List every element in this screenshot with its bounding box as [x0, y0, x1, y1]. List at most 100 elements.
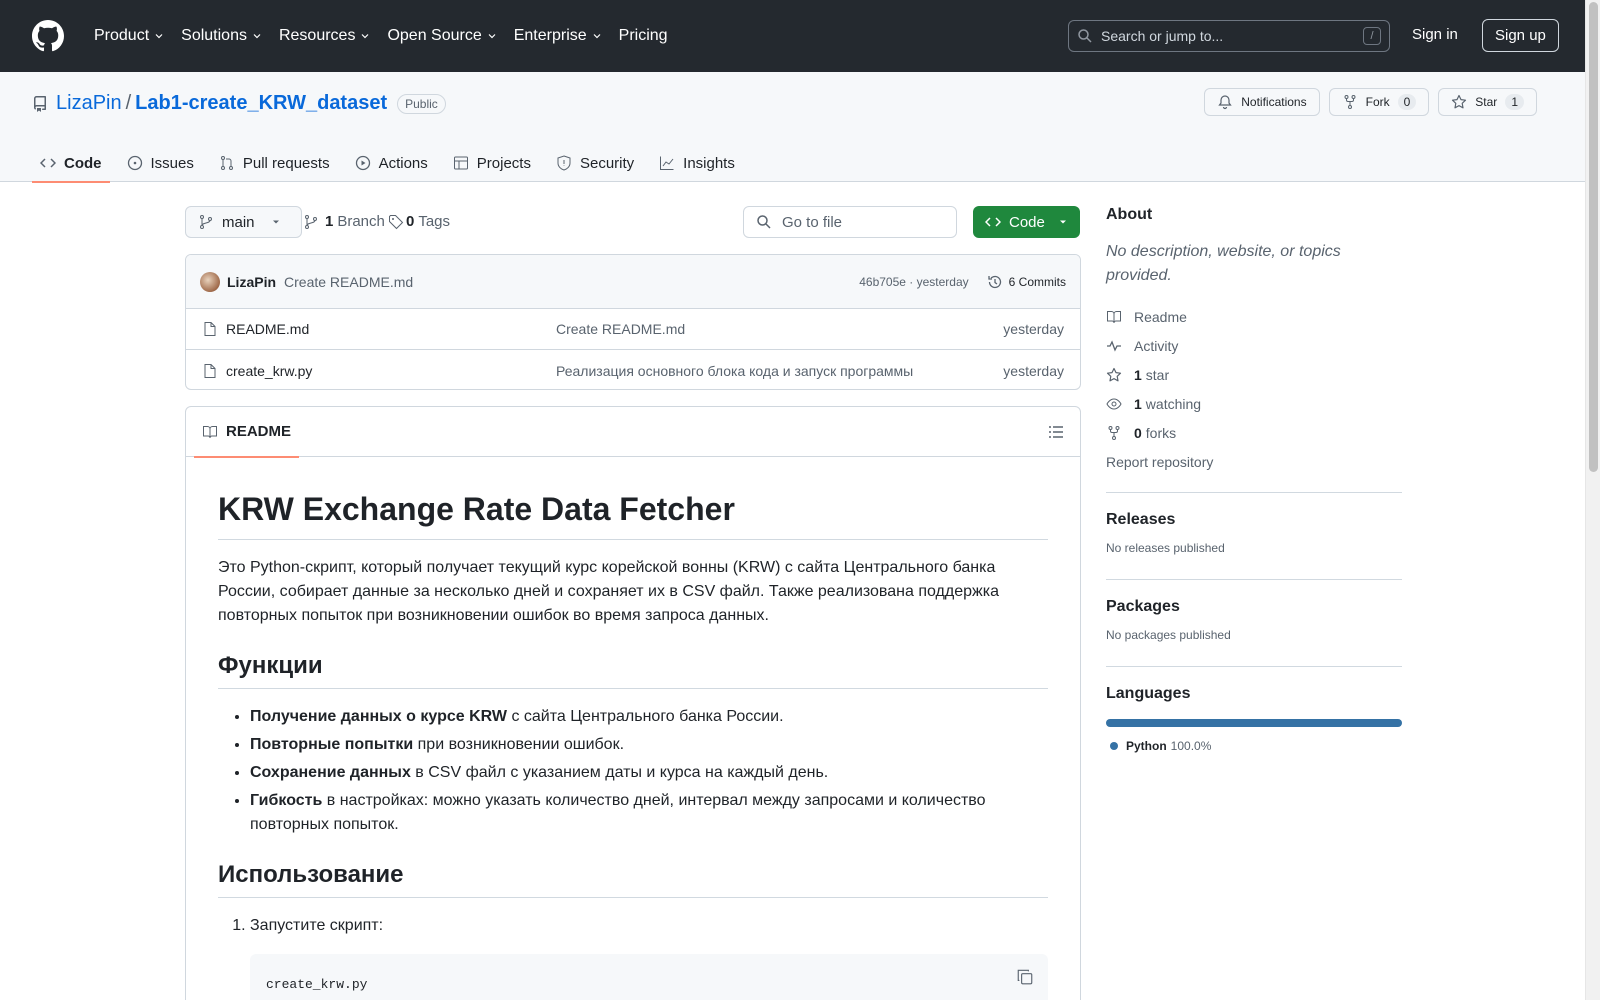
releases-title[interactable]: Releases: [1106, 511, 1402, 529]
readme-header: README: [186, 407, 1080, 458]
code-icon: [40, 158, 56, 168]
commit-hash-link[interactable]: 46b705e: [859, 275, 906, 289]
repo-icon: [34, 95, 46, 112]
tab-pull-requests[interactable]: Pull requests: [211, 144, 338, 182]
notifications-button[interactable]: Notifications: [1204, 88, 1320, 116]
readme-intro: Это Python-скрипт, который получает теку…: [218, 559, 999, 624]
code-icon: [985, 217, 1001, 227]
language-bar: [1106, 719, 1402, 727]
global-header: Product Solutions Resources Open Source …: [0, 0, 1585, 72]
list-item: Повторные попытки при возникновении ошиб…: [250, 733, 1048, 757]
packages-title[interactable]: Packages: [1106, 598, 1402, 616]
top-navigation: Product Solutions Resources Open Source …: [86, 20, 676, 52]
star-icon: [1452, 94, 1467, 109]
readme-tab[interactable]: README: [194, 407, 300, 458]
scrollbar-thumb[interactable]: [1589, 2, 1598, 472]
nav-resources[interactable]: Resources: [271, 20, 379, 52]
report-repository-link[interactable]: Report repository: [1106, 447, 1402, 476]
commit-time: yesterday: [916, 274, 969, 289]
tab-projects[interactable]: Projects: [445, 144, 539, 182]
fork-icon: [1344, 95, 1356, 109]
readme-title: KRW Exchange Rate Data Fetcher: [218, 489, 1048, 540]
page-scrollbar[interactable]: [1585, 0, 1600, 1000]
star-button[interactable]: Star 1: [1438, 88, 1537, 116]
search-shortcut-key: /: [1363, 27, 1381, 45]
readme-heading-functions: Функции: [218, 652, 1048, 689]
tags-link[interactable]: 0 Tags: [388, 213, 450, 230]
repo-path-separator: /: [125, 92, 132, 114]
language-percent: 100.0%: [1170, 739, 1212, 753]
global-search-input[interactable]: Search or jump to... /: [1068, 20, 1390, 52]
fork-count: 0: [1397, 94, 1417, 110]
nav-pricing[interactable]: Pricing: [611, 20, 676, 52]
tab-code[interactable]: Code: [32, 144, 110, 183]
tab-insights[interactable]: Insights: [651, 144, 743, 182]
sidebar-readme-link[interactable]: Readme: [1106, 302, 1402, 331]
branch-selector[interactable]: main: [185, 206, 302, 238]
language-color-dot: [1110, 742, 1118, 750]
commit-meta: 46b705e · yesterday 6 Commits: [859, 274, 1066, 290]
repo-owner-link[interactable]: LizaPin: [56, 92, 122, 115]
eye-icon: [1106, 397, 1122, 410]
file-commit-message[interactable]: Create README.md: [556, 321, 1003, 337]
file-row[interactable]: create_krw.py Реализация основного блока…: [186, 350, 1080, 389]
repo-name-link[interactable]: Lab1-create_KRW_dataset: [135, 92, 387, 115]
packages-section: Packages No packages published: [1106, 579, 1402, 650]
languages-title: Languages: [1106, 685, 1191, 702]
nav-product[interactable]: Product: [86, 20, 173, 52]
code-block: create_krw.py: [250, 954, 1048, 1000]
sidebar-forks-link[interactable]: 0 forks: [1106, 418, 1402, 447]
language-item[interactable]: Python 100.0%: [1106, 739, 1402, 753]
commit-author-link[interactable]: LizaPin: [227, 274, 276, 290]
commit-meta-separator: ·: [905, 274, 917, 289]
github-logo-icon[interactable]: [32, 20, 64, 52]
issue-icon: [127, 155, 142, 171]
file-commit-message[interactable]: Реализация основного блока кода и запуск…: [556, 363, 1003, 379]
commits-history-link[interactable]: 6 Commits: [987, 274, 1066, 290]
file-name-link[interactable]: README.md: [226, 321, 556, 337]
file-time: yesterday: [1003, 321, 1064, 337]
copy-icon[interactable]: [1016, 968, 1034, 986]
tab-security[interactable]: Security: [548, 144, 642, 182]
fork-icon: [1108, 425, 1120, 440]
table-of-contents-icon[interactable]: [1048, 424, 1064, 440]
nav-enterprise[interactable]: Enterprise: [506, 20, 611, 52]
table-icon: [453, 156, 468, 170]
shield-icon: [557, 155, 571, 171]
file-name-link[interactable]: create_krw.py: [226, 363, 556, 379]
go-to-file-input[interactable]: Go to file: [743, 206, 957, 238]
star-count: 1: [1505, 94, 1524, 110]
tab-actions[interactable]: Actions: [347, 144, 436, 182]
repo-tabs: Code Issues Pull requests Actions Projec…: [32, 144, 752, 183]
sidebar-activity-link[interactable]: Activity: [1106, 331, 1402, 360]
readme-heading-usage: Использование: [218, 861, 1048, 898]
list-item: Сохранение данных в CSV файл с указанием…: [250, 761, 1048, 785]
nav-open-source[interactable]: Open Source: [379, 20, 505, 52]
file-time: yesterday: [1003, 362, 1064, 379]
releases-empty: No releases published: [1106, 541, 1225, 555]
fork-button[interactable]: Fork 0: [1328, 88, 1430, 116]
search-icon: [757, 215, 771, 229]
caret-down-icon: [272, 220, 279, 224]
chevron-down-icon: [593, 34, 601, 39]
repository-header: LizaPin / Lab1-create_KRW_dataset Public…: [0, 72, 1585, 183]
avatar[interactable]: [200, 271, 220, 292]
packages-empty: No packages published: [1106, 628, 1231, 642]
caret-down-icon: [1060, 220, 1066, 224]
file-row[interactable]: README.md Create README.md yesterday: [186, 309, 1080, 350]
tab-issues[interactable]: Issues: [119, 144, 202, 182]
latest-commit-bar: LizaPin Create README.md 46b705e · yeste…: [186, 255, 1080, 309]
sidebar-stars-link[interactable]: 1 star: [1106, 360, 1402, 389]
readme-panel: README KRW Exchange Rate Data Fetcher Эт…: [185, 406, 1081, 1000]
sign-up-button[interactable]: Sign up: [1482, 19, 1559, 52]
code-dropdown-button[interactable]: Code: [973, 206, 1080, 238]
search-placeholder: Search or jump to...: [1101, 28, 1224, 44]
sidebar-watchers-link[interactable]: 1 watching: [1106, 389, 1402, 418]
sign-in-link[interactable]: Sign in: [1412, 26, 1458, 43]
commit-message-link[interactable]: Create README.md: [284, 274, 413, 290]
branches-link[interactable]: 1 Branch: [303, 213, 385, 230]
chevron-down-icon: [362, 34, 369, 39]
chevron-down-icon: [253, 34, 261, 39]
list-item: Гибкость в настройках: можно указать кол…: [250, 789, 1048, 837]
nav-solutions[interactable]: Solutions: [173, 20, 271, 52]
